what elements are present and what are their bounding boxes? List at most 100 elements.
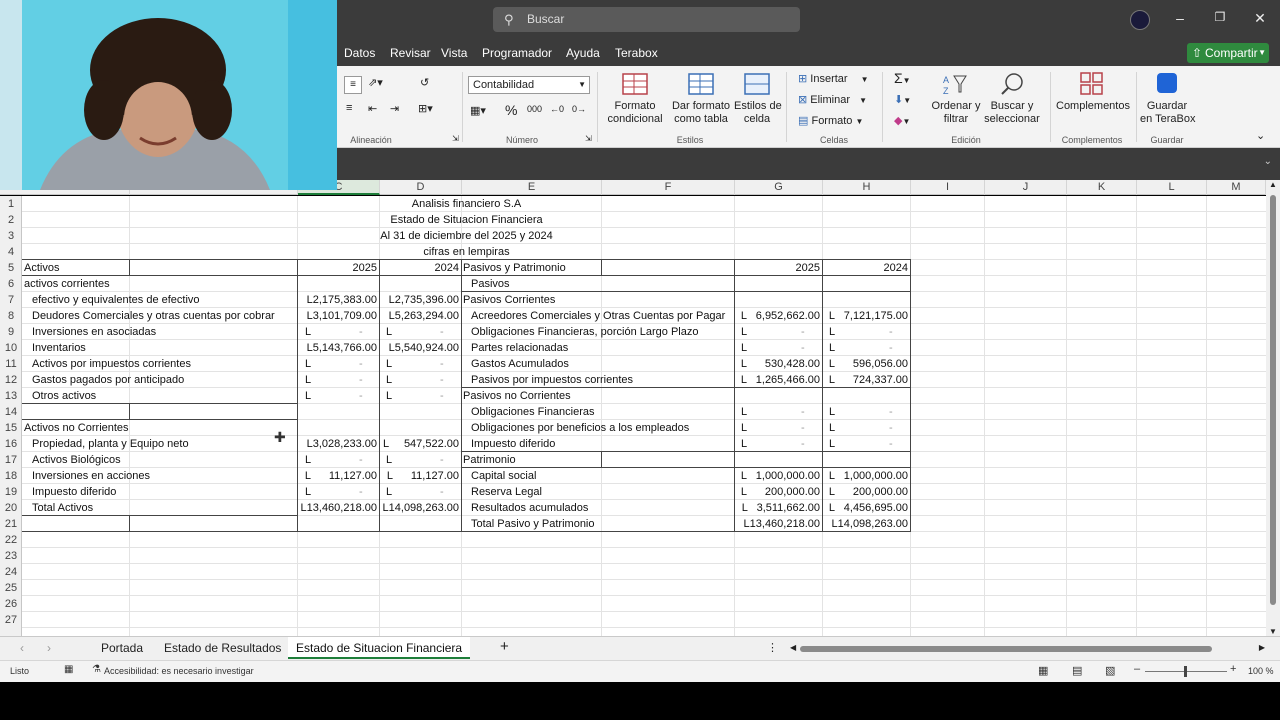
- collapse-ribbon-icon[interactable]: ⌄: [1256, 129, 1265, 142]
- row-header[interactable]: 25: [0, 580, 22, 596]
- cell[interactable]: -: [359, 484, 363, 500]
- cell[interactable]: Activos Biológicos: [32, 452, 121, 468]
- addins-button[interactable]: Complementos: [1056, 100, 1130, 113]
- row-header[interactable]: 21: [0, 516, 22, 532]
- row-header[interactable]: 8: [0, 308, 22, 324]
- column-header[interactable]: G: [735, 180, 823, 195]
- row-header[interactable]: 5: [0, 260, 22, 276]
- cell[interactable]: Activos por impuestos corrientes: [32, 356, 191, 372]
- sheet-tab-portada[interactable]: Portada: [101, 641, 143, 655]
- cell[interactable]: L: [305, 484, 311, 500]
- page-break-icon[interactable]: ▧: [1105, 664, 1115, 677]
- cell[interactable]: efectivo y equivalentes de efectivo: [32, 292, 200, 308]
- sort-filter-button[interactable]: Ordenar y filtrar: [928, 100, 984, 126]
- cell[interactable]: Obligaciones Financieras: [471, 404, 595, 420]
- dialog-launcher-icon[interactable]: ⇲: [585, 134, 592, 143]
- cell[interactable]: L 6,952,662.00: [735, 308, 820, 324]
- tab-revisar[interactable]: Revisar: [390, 46, 431, 60]
- cell[interactable]: L: [305, 388, 311, 404]
- autosum-icon[interactable]: Σ▼: [894, 70, 911, 86]
- column-header[interactable]: H: [823, 180, 911, 195]
- cell[interactable]: -: [359, 372, 363, 388]
- cell[interactable]: L 7,121,175.00: [823, 308, 908, 324]
- cell[interactable]: -: [359, 452, 363, 468]
- cell[interactable]: L 1,000,000.00: [823, 468, 908, 484]
- increase-decimal-icon[interactable]: ←0: [550, 104, 564, 114]
- row-header[interactable]: 19: [0, 484, 22, 500]
- column-header[interactable]: K: [1067, 180, 1137, 195]
- cell[interactable]: -: [440, 452, 444, 468]
- cell[interactable]: L: [829, 404, 835, 420]
- share-button[interactable]: ⇧ Compartir ▼: [1187, 43, 1269, 63]
- cell[interactable]: L: [741, 340, 747, 356]
- cell[interactable]: Impuesto diferido: [471, 436, 555, 452]
- cell[interactable]: L2,735,396.00: [380, 292, 459, 308]
- cell[interactable]: L13,460,218.00: [735, 516, 820, 532]
- scroll-thumb[interactable]: [1270, 195, 1276, 605]
- next-sheet-icon[interactable]: ›: [47, 641, 51, 655]
- cell[interactable]: L 1,265,466.00: [735, 372, 820, 388]
- user-avatar[interactable]: [1130, 10, 1150, 30]
- cell[interactable]: L 1,000,000.00: [735, 468, 820, 484]
- cell[interactable]: Reserva Legal: [471, 484, 542, 500]
- sheet-tab-resultados[interactable]: Estado de Resultados: [164, 641, 281, 655]
- row-header[interactable]: 3: [0, 228, 22, 244]
- cell[interactable]: -: [889, 436, 893, 452]
- cell[interactable]: -: [359, 356, 363, 372]
- cell[interactable]: L3,101,709.00: [298, 308, 377, 324]
- cell[interactable]: Patrimonio: [463, 452, 516, 468]
- cell[interactable]: Otros activos: [32, 388, 96, 404]
- zoom-in-icon[interactable]: +: [1230, 663, 1236, 675]
- tab-datos[interactable]: Datos: [344, 46, 375, 60]
- row-header[interactable]: 11: [0, 356, 22, 372]
- cell[interactable]: Activos: [24, 260, 59, 276]
- spreadsheet-grid[interactable]: Analisis financiero S.A Estado de Situac…: [22, 196, 1266, 636]
- column-header[interactable]: J: [985, 180, 1067, 195]
- cell[interactable]: L: [741, 324, 747, 340]
- clear-icon[interactable]: ◆▼: [894, 114, 910, 127]
- align-right-icon[interactable]: ≡: [346, 102, 352, 114]
- row-header[interactable]: 16: [0, 436, 22, 452]
- scroll-thumb[interactable]: [800, 646, 1212, 652]
- cell[interactable]: -: [440, 484, 444, 500]
- cell[interactable]: L5,263,294.00: [380, 308, 459, 324]
- cell[interactable]: L: [305, 452, 311, 468]
- cell[interactable]: -: [440, 372, 444, 388]
- fill-icon[interactable]: ⬇▼: [894, 93, 911, 106]
- cell[interactable]: 2024: [823, 260, 908, 276]
- cell[interactable]: Pasivos Corrientes: [463, 292, 555, 308]
- cell[interactable]: Pasivos y Patrimonio: [463, 260, 566, 276]
- prev-sheet-icon[interactable]: ‹: [20, 641, 24, 655]
- accessibility-icon[interactable]: ⚗: [92, 664, 101, 675]
- cell[interactable]: activos corrientes: [24, 276, 110, 292]
- percent-icon[interactable]: %: [505, 102, 517, 118]
- cell[interactable]: Obligaciones por beneficios a los emplea…: [471, 420, 689, 436]
- cell[interactable]: L 596,056.00: [823, 356, 908, 372]
- cell[interactable]: L: [305, 372, 311, 388]
- cell[interactable]: L 11,127.00: [298, 468, 377, 484]
- normal-view-icon[interactable]: ▦: [1038, 664, 1048, 677]
- cell[interactable]: L 724,337.00: [823, 372, 908, 388]
- cell[interactable]: Partes relacionadas: [471, 340, 568, 356]
- expand-formula-icon[interactable]: ⌄: [1264, 156, 1272, 167]
- column-header[interactable]: L: [1137, 180, 1207, 195]
- cell[interactable]: L: [741, 420, 747, 436]
- cell[interactable]: L: [386, 484, 392, 500]
- cell[interactable]: Total Pasivo y Patrimonio: [471, 516, 595, 532]
- row-header[interactable]: 9: [0, 324, 22, 340]
- column-header[interactable]: M: [1207, 180, 1266, 195]
- close-icon[interactable]: ✕: [1250, 10, 1270, 27]
- format-button[interactable]: ▤ Formato ▼: [798, 114, 863, 127]
- cell[interactable]: L: [305, 356, 311, 372]
- sheet-currency-note[interactable]: cifras en lempiras: [22, 244, 911, 260]
- decrease-indent-icon[interactable]: ⇤: [368, 102, 377, 115]
- cell[interactable]: -: [359, 388, 363, 404]
- row-header[interactable]: 27: [0, 612, 22, 628]
- cell[interactable]: Activos no Corrientes: [24, 420, 129, 436]
- row-header[interactable]: 6: [0, 276, 22, 292]
- cell[interactable]: -: [889, 340, 893, 356]
- row-header[interactable]: 4: [0, 244, 22, 260]
- cell[interactable]: -: [801, 420, 805, 436]
- zoom-level[interactable]: 100 %: [1248, 666, 1274, 676]
- save-terabox-button[interactable]: Guardar en TeraBox: [1140, 100, 1195, 126]
